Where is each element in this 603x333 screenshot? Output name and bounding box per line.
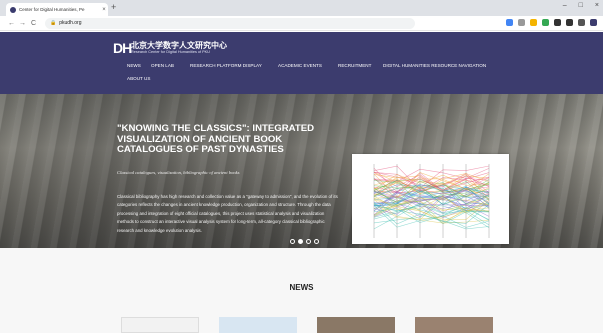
news-card-1[interactable] (121, 317, 199, 333)
news-card-2[interactable] (219, 317, 297, 333)
parallel-coordinates-visualization-image[interactable] (352, 154, 509, 244)
url-text[interactable]: pkudh.org (59, 20, 81, 26)
extension-icon-7[interactable] (578, 19, 585, 26)
back-button[interactable]: ← (6, 20, 17, 27)
forward-button[interactable]: → (17, 20, 28, 27)
extension-icon-4[interactable] (542, 19, 549, 26)
extension-icons (506, 19, 597, 26)
extension-icon-5[interactable] (554, 19, 561, 26)
window-controls: – □ × (563, 2, 599, 9)
new-tab-button[interactable]: + (111, 2, 116, 12)
close-tab-icon[interactable]: × (100, 7, 108, 13)
nav-research-platform[interactable]: RESEARCH PLATFORM DISPLAY (190, 63, 262, 68)
maximize-button[interactable]: □ (579, 2, 583, 9)
site-favicon-icon (10, 6, 16, 13)
hero-keywords: Classical catalogues, visualization, bib… (117, 170, 240, 175)
extension-icon-2[interactable] (518, 19, 525, 26)
carousel-dot-4[interactable] (314, 239, 319, 244)
carousel-dot-3[interactable] (306, 239, 311, 244)
extension-icon-3[interactable] (530, 19, 537, 26)
minimize-button[interactable]: – (563, 2, 567, 9)
hero-description: Classical bibliography has high research… (117, 194, 338, 233)
nav-academic-events[interactable]: ACADEMIC EVENTS (278, 63, 322, 68)
nav-about-us[interactable]: ABOUT US (127, 76, 150, 81)
nav-recruitment[interactable]: RECRUITMENT (338, 63, 371, 68)
lock-icon: 🔒 (50, 20, 57, 26)
carousel-indicators (290, 239, 319, 244)
extension-icon-6[interactable] (566, 19, 573, 26)
org-name-en: Research Center for Digital Humanities o… (131, 50, 210, 54)
browser-tab[interactable]: Center for Digital Humanities, Pe × (6, 3, 108, 16)
carousel-dot-2[interactable] (298, 239, 303, 244)
reload-button[interactable]: C (28, 20, 39, 27)
parallel-coordinates-chart (373, 164, 490, 238)
extension-icon-8[interactable] (590, 19, 597, 26)
nav-resource-navigation[interactable]: DIGITAL HUMANITIES RESOURCE NAVIGATION (383, 63, 486, 68)
news-heading: NEWS (289, 283, 314, 292)
extension-icon-1[interactable] (506, 19, 513, 26)
browser-tab-strip: Center for Digital Humanities, Pe × + – … (0, 0, 603, 16)
logo-mark-icon[interactable]: DH (113, 40, 132, 56)
close-window-button[interactable]: × (595, 2, 599, 9)
carousel-dot-1[interactable] (290, 239, 295, 244)
tab-title: Center for Digital Humanities, Pe (19, 7, 85, 12)
hero-title[interactable]: "KNOWING THE CLASSICS": INTEGRATED VISUA… (117, 123, 337, 156)
nav-news[interactable]: NEWS (127, 63, 141, 68)
nav-open-lab[interactable]: OPEN LAB (151, 63, 174, 68)
news-card-3[interactable] (317, 317, 395, 333)
news-card-4[interactable] (415, 317, 493, 333)
address-bar[interactable]: 🔒 pkudh.org (45, 17, 415, 29)
